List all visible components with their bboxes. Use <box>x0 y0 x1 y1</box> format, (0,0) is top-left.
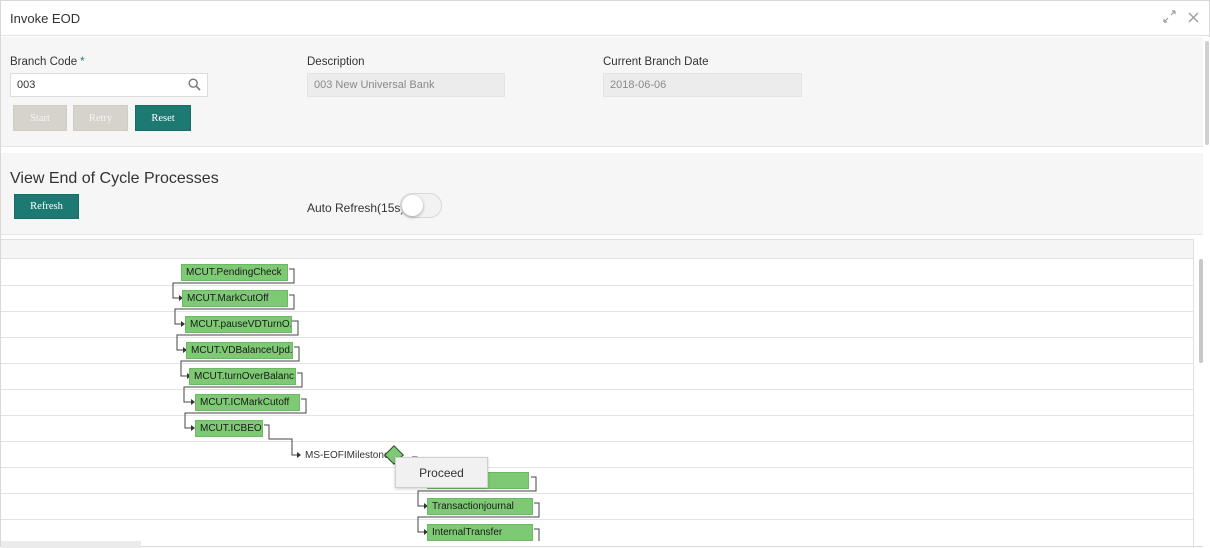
auto-refresh-label: Auto Refresh(15s) <box>307 201 405 215</box>
flow-node-mark-cutoff[interactable]: MCUT.MarkCutOff <box>182 290 288 307</box>
branch-section: Branch Code * 003 Description 003 New Uni… <box>1 37 1203 147</box>
row-divider <box>1 363 1194 364</box>
branch-code-input[interactable]: 003 <box>10 73 208 97</box>
processes-title: View End of Cycle Processes <box>10 170 219 187</box>
refresh-button[interactable]: Refresh <box>14 194 79 219</box>
search-icon[interactable] <box>188 78 201 91</box>
flow-node-turnover-balance[interactable]: MCUT.turnOverBalanc... <box>189 368 296 385</box>
invoke-eod-window: Invoke EOD Branch Code * 003 Description … <box>0 0 1210 548</box>
flow-node-vd-balance-update[interactable]: MCUT.VDBalanceUpd... <box>186 342 293 359</box>
close-icon[interactable] <box>1188 11 1199 26</box>
row-divider <box>1 467 1194 468</box>
title-bar: Invoke EOD <box>1 1 1209 36</box>
description-label: Description <box>307 56 365 68</box>
row-divider <box>1 337 1194 338</box>
flow-node-pending-check[interactable]: MCUT.PendingCheck <box>181 264 288 281</box>
branch-date-field: 2018-06-06 <box>603 73 802 97</box>
milestone-label: MS-EOFIMilestone <box>305 450 390 461</box>
window-title: Invoke EOD <box>10 11 81 26</box>
start-button[interactable]: Start <box>13 105 67 131</box>
description-field: 003 New Universal Bank <box>307 73 505 97</box>
reset-button[interactable]: Reset <box>135 105 191 131</box>
page-scroll-thumb[interactable] <box>1205 41 1209 145</box>
row-divider <box>1 311 1194 312</box>
retry-button[interactable]: Retry <box>73 105 128 131</box>
flow-node-ic-beod[interactable]: MCUT.ICBEOD <box>195 420 263 437</box>
branch-date-value: 2018-06-06 <box>610 79 667 91</box>
branch-code-value: 003 <box>17 79 36 91</box>
flow-node-transaction-journal[interactable]: Transactionjournal <box>427 498 533 515</box>
proceed-menu-item[interactable]: Proceed <box>395 457 488 488</box>
description-value: 003 New Universal Bank <box>314 79 435 91</box>
row-divider <box>1 519 1194 520</box>
flow-node-pause-vd-turnover[interactable]: MCUT.pauseVDTurnO... <box>185 316 292 333</box>
flow-node-internal-transfer[interactable]: InternalTransfer <box>427 524 533 541</box>
branch-code-label: Branch Code * <box>10 56 85 68</box>
row-divider <box>1 415 1194 416</box>
row-divider <box>1 285 1194 286</box>
branch-date-label: Current Branch Date <box>603 56 709 68</box>
flow-node-ic-mark-cutoff[interactable]: MCUT.ICMarkCutoff <box>195 394 300 411</box>
required-marker: * <box>80 56 85 68</box>
row-divider <box>1 389 1194 390</box>
grid-header <box>1 239 1194 259</box>
expand-icon[interactable] <box>1163 10 1176 26</box>
toggle-knob <box>402 195 423 216</box>
grid-scroll-thumb[interactable] <box>1199 259 1203 363</box>
row-divider <box>1 441 1194 442</box>
row-divider <box>1 493 1194 494</box>
window-controls <box>1163 10 1199 26</box>
auto-refresh-toggle[interactable] <box>400 193 442 218</box>
processes-section: View End of Cycle Processes Refresh Auto… <box>1 153 1203 235</box>
